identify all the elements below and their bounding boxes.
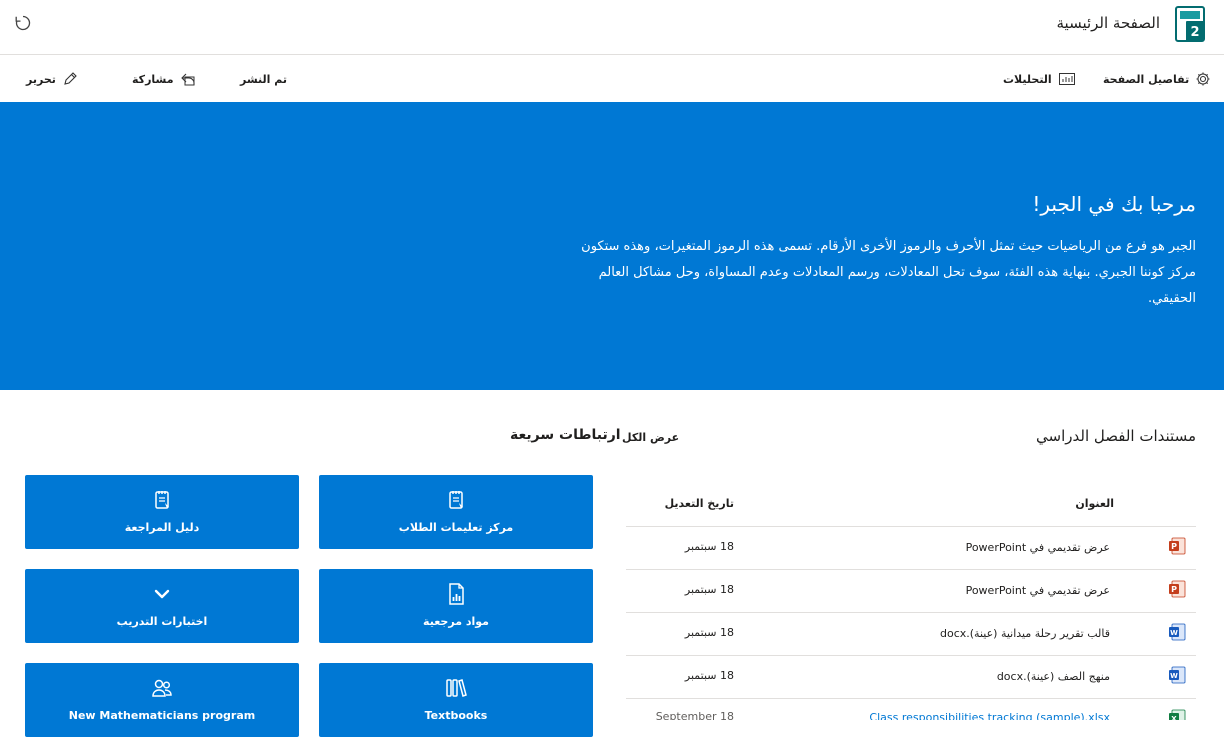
document-date: September 18 [655, 710, 734, 720]
svg-text:W: W [1170, 672, 1178, 680]
hero-banner: مرحبا بك في الجبر! الجبر هو فرع من الريا… [0, 102, 1224, 390]
tile-label: دليل المراجعة [124, 521, 200, 534]
view-all-link[interactable]: عرض الكل [622, 431, 679, 444]
edit-button[interactable]: تحرير [26, 69, 78, 89]
top-bar: الصفحة الرئيسية 2 [0, 0, 1224, 55]
svg-text:X: X [1171, 715, 1177, 720]
column-header-name[interactable]: العنوان [1075, 497, 1114, 510]
quick-link-tile[interactable]: مواد مرجعية [319, 569, 593, 643]
notebook-icon [147, 485, 177, 515]
library-icon [441, 673, 471, 703]
column-header-modified[interactable]: تاريخ التعديل [665, 497, 734, 510]
tile-label: Textbooks [424, 709, 488, 722]
quick-link-tile[interactable]: اختبارات التدريب [25, 569, 299, 643]
edit-label: تحرير [26, 72, 56, 86]
share-button[interactable]: مشاركة [132, 69, 196, 89]
share-label: مشاركة [132, 72, 174, 86]
analytics-button[interactable]: التحليلات [1003, 69, 1076, 89]
document-date: 18 سبتمبر [684, 540, 734, 553]
hero-title: مرحبا بك في الجبر! [1032, 192, 1196, 216]
command-bar: تحرير مشاركة تم النشر التحليلات تفاصيل ا… [0, 55, 1224, 102]
share-icon [180, 71, 196, 87]
document-name[interactable]: منهج الصف (عينة).docx [997, 670, 1110, 683]
hero-body: الجبر هو فرع من الرياضيات حيث تمثل الأحر… [581, 239, 1196, 306]
table-row[interactable]: P عرض تقديمي في PowerPoint 18 سبتمبر [626, 527, 1196, 569]
page-details-button[interactable]: تفاصيل الصفحة [1103, 69, 1211, 89]
table-row[interactable]: P عرض تقديمي في PowerPoint 18 سبتمبر [626, 570, 1196, 612]
powerpoint-icon: P [1168, 537, 1186, 555]
analytics-icon [1058, 71, 1076, 87]
quick-link-tile[interactable]: مركز تعليمات الطلاب [319, 475, 593, 549]
chart-document-icon [441, 579, 471, 609]
tile-label: مواد مرجعية [423, 615, 489, 628]
quick-link-tile[interactable]: New Mathematicians program [25, 663, 299, 737]
quick-links-title: ارتباطات سريعة [510, 427, 621, 443]
excel-icon: X [1168, 709, 1186, 720]
table-row[interactable]: W منهج الصف (عينة).docx 18 سبتمبر [626, 656, 1196, 698]
page-details-label: تفاصيل الصفحة [1103, 72, 1190, 86]
word-icon: W [1168, 666, 1186, 684]
published-status: تم النشر [240, 69, 287, 89]
document-name[interactable]: قالب تقرير رحلة ميدانية (عينة).docx [940, 627, 1110, 640]
powerpoint-icon: P [1168, 580, 1186, 598]
svg-text:W: W [1170, 629, 1178, 637]
document-date: 18 سبتمبر [684, 669, 734, 682]
refresh-icon[interactable] [12, 14, 34, 36]
sharepoint-logo-icon[interactable]: 2 [1172, 5, 1208, 43]
quick-link-tile[interactable]: Textbooks [319, 663, 593, 737]
tile-label: اختبارات التدريب [116, 615, 208, 628]
svg-text:P: P [1171, 585, 1177, 594]
document-name[interactable]: Class responsibilities tracking (sample)… [869, 711, 1110, 720]
svg-text:P: P [1171, 542, 1177, 551]
published-label: تم النشر [240, 72, 288, 86]
table-row[interactable]: X Class responsibilities tracking (sampl… [626, 699, 1196, 720]
tile-label: مركز تعليمات الطلاب [398, 521, 514, 534]
svg-text:2: 2 [1190, 25, 1199, 40]
site-title[interactable]: الصفحة الرئيسية [1057, 14, 1161, 32]
document-date: 18 سبتمبر [684, 626, 734, 639]
analytics-label: التحليلات [1003, 72, 1052, 86]
documents-title: مستندات الفصل الدراسي [1036, 427, 1196, 445]
gear-icon [1195, 71, 1211, 87]
people-icon [147, 673, 177, 703]
quick-link-tile[interactable]: دليل المراجعة [25, 475, 299, 549]
word-icon: W [1168, 623, 1186, 641]
document-name[interactable]: عرض تقديمي في PowerPoint [966, 541, 1110, 554]
chevron-down-icon [147, 579, 177, 609]
table-row[interactable]: W قالب تقرير رحلة ميدانية (عينة).docx 18… [626, 613, 1196, 655]
tile-label: New Mathematicians program [68, 709, 256, 722]
document-date: 18 سبتمبر [684, 583, 734, 596]
document-name[interactable]: عرض تقديمي في PowerPoint [966, 584, 1110, 597]
pencil-icon [62, 71, 78, 87]
notebook-icon [441, 485, 471, 515]
